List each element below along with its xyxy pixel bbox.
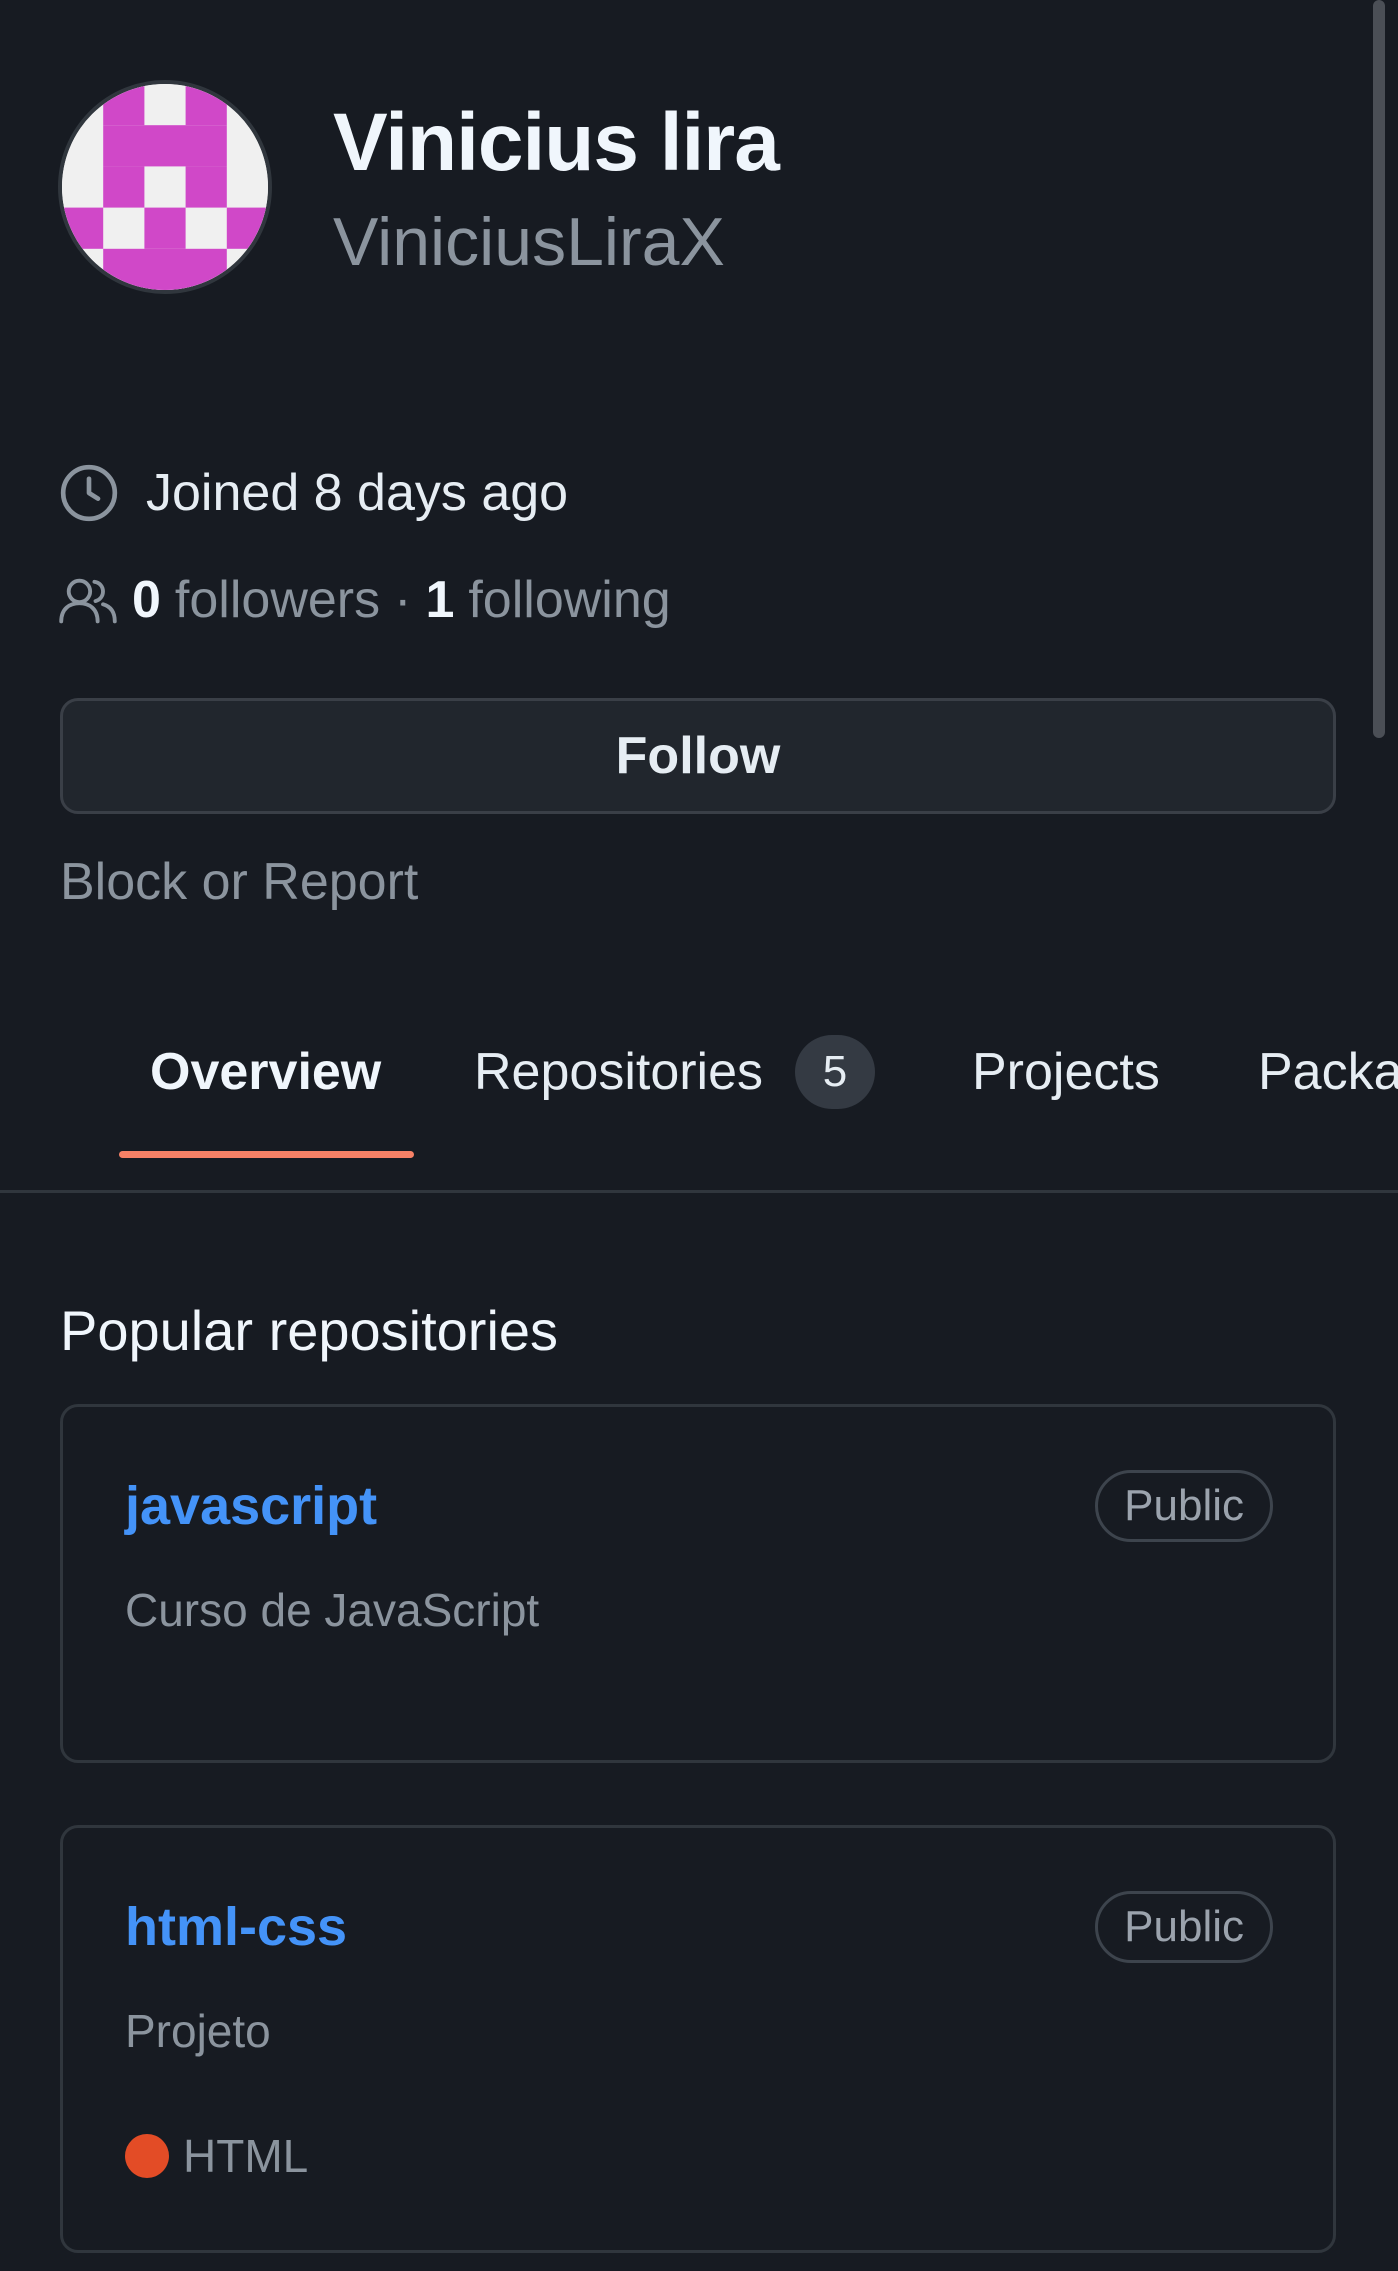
followers-row: 0 followers · 1 following bbox=[58, 567, 671, 633]
repo-card: javascript Public Curso de JavaScript bbox=[60, 1404, 1336, 1763]
tab-overview[interactable]: Overview bbox=[150, 1036, 381, 1108]
repo-name-link[interactable]: html-css bbox=[125, 1896, 347, 1958]
following-count[interactable]: 1 bbox=[425, 570, 454, 630]
repo-language: HTML bbox=[125, 2129, 308, 2183]
tab-repositories-label: Repositories bbox=[474, 1043, 764, 1101]
repositories-counter-badge: 5 bbox=[795, 1035, 876, 1109]
tab-projects-label: Projects bbox=[972, 1043, 1160, 1101]
people-icon bbox=[59, 578, 117, 624]
followers-label[interactable]: followers bbox=[175, 570, 380, 630]
profile-page: Vinicius lira ViniciusLiraX Joined 8 day… bbox=[0, 0, 1398, 2271]
repo-card: html-css Public Projeto HTML bbox=[60, 1825, 1336, 2253]
following-label[interactable]: following bbox=[468, 570, 670, 630]
tab-overview-label: Overview bbox=[150, 1043, 382, 1101]
clock-icon bbox=[60, 464, 118, 522]
profile-tabs: Overview Repositories 5 Projects Packa bbox=[0, 1000, 1398, 1193]
language-color-dot bbox=[125, 2134, 169, 2178]
repo-description: Projeto bbox=[125, 2005, 271, 2057]
tab-repositories[interactable]: Repositories 5 bbox=[474, 1035, 876, 1109]
repo-description: Curso de JavaScript bbox=[125, 1584, 540, 1636]
follow-button[interactable]: Follow bbox=[60, 698, 1336, 814]
joined-row: Joined 8 days ago bbox=[58, 460, 568, 526]
identicon-graphic bbox=[62, 84, 268, 290]
visibility-badge: Public bbox=[1095, 1891, 1273, 1963]
followers-count[interactable]: 0 bbox=[132, 570, 161, 630]
scrollbar[interactable] bbox=[1373, 0, 1385, 738]
username: ViniciusLiraX bbox=[333, 204, 725, 280]
block-or-report-link[interactable]: Block or Report bbox=[60, 852, 418, 912]
avatar[interactable] bbox=[58, 80, 272, 294]
popular-repositories-heading: Popular repositories bbox=[60, 1299, 559, 1362]
joined-text: Joined 8 days ago bbox=[146, 464, 569, 522]
tab-projects[interactable]: Projects bbox=[972, 1036, 1160, 1108]
tab-packages-label: Packa bbox=[1258, 1043, 1398, 1101]
meta-separator: · bbox=[394, 571, 412, 629]
visibility-badge: Public bbox=[1095, 1470, 1273, 1542]
display-name: Vinicius lira bbox=[333, 97, 780, 188]
tab-selected-indicator bbox=[119, 1151, 414, 1158]
tab-packages[interactable]: Packa bbox=[1258, 1036, 1398, 1108]
repo-name-link[interactable]: javascript bbox=[125, 1475, 377, 1537]
language-name: HTML bbox=[183, 2130, 309, 2182]
